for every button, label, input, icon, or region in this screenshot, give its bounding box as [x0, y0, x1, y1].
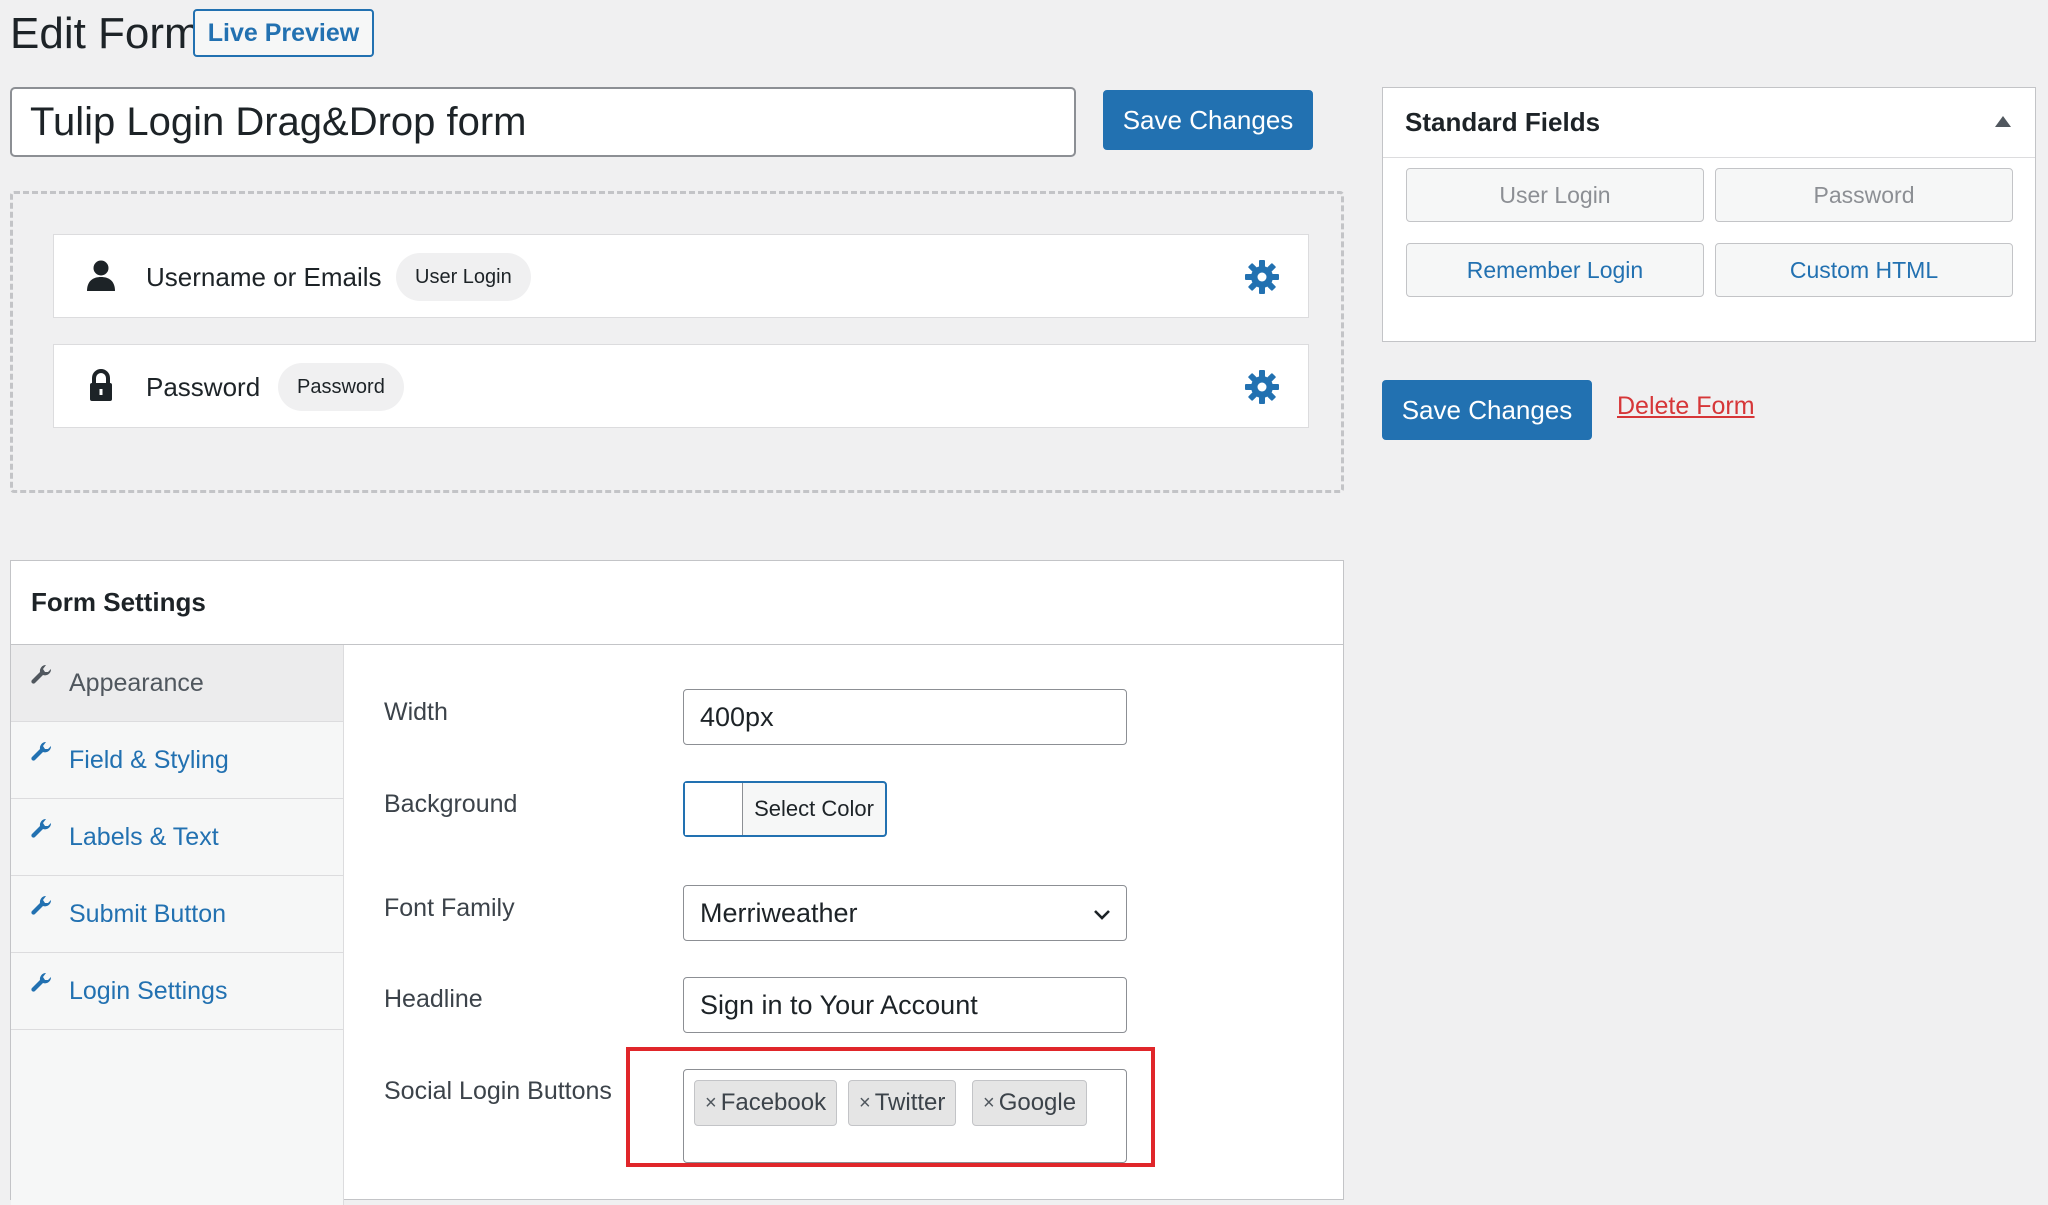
settings-tab-field-styling[interactable]: Field & Styling: [11, 722, 343, 799]
select-color-button[interactable]: Select Color: [743, 783, 885, 835]
user-icon: [87, 260, 115, 291]
wrench-icon: [31, 973, 52, 992]
tab-label: Appearance: [69, 668, 204, 697]
page-title: Edit Form: [10, 9, 201, 58]
wrench-icon: [31, 896, 52, 915]
settings-tab-submit-button[interactable]: Submit Button: [11, 876, 343, 953]
field-type-badge: User Login: [396, 253, 531, 301]
width-label: Width: [384, 698, 448, 726]
width-input[interactable]: 400px: [683, 689, 1127, 745]
chevron-down-icon: [1094, 910, 1110, 920]
tab-label: Field & Styling: [69, 745, 229, 774]
save-changes-button[interactable]: Save Changes: [1103, 90, 1313, 150]
settings-tab-appearance[interactable]: Appearance: [11, 645, 343, 722]
headline-label: Headline: [384, 985, 483, 1013]
wrench-icon: [31, 819, 52, 838]
font-family-select[interactable]: Merriweather: [683, 885, 1127, 941]
background-color-picker[interactable]: Select Color: [683, 781, 887, 837]
highlight-box: [626, 1047, 1155, 1167]
standard-fields-panel: Standard Fields User Login Password Reme…: [1382, 87, 2036, 342]
form-settings-title: Form Settings: [11, 561, 1343, 645]
color-swatch[interactable]: [685, 783, 743, 835]
add-user-login-button[interactable]: User Login: [1406, 168, 1704, 222]
gear-icon[interactable]: [1244, 369, 1280, 405]
collapse-arrow-icon[interactable]: [1995, 116, 2011, 127]
live-preview-button[interactable]: Live Preview: [193, 9, 374, 57]
field-label: Username or Emails: [146, 261, 382, 292]
settings-tab-labels-text[interactable]: Labels & Text: [11, 799, 343, 876]
sidebar-save-changes-button[interactable]: Save Changes: [1382, 380, 1592, 440]
field-type-badge: Password: [278, 363, 404, 411]
add-password-button[interactable]: Password: [1715, 168, 2013, 222]
form-field-user-login[interactable]: Username or Emails User Login: [53, 234, 1309, 318]
background-label: Background: [384, 790, 518, 818]
font-family-label: Font Family: [384, 894, 515, 922]
add-remember-login-button[interactable]: Remember Login: [1406, 243, 1704, 297]
wrench-icon: [31, 665, 52, 684]
font-family-value: Merriweather: [700, 897, 858, 928]
tab-label: Login Settings: [69, 976, 228, 1005]
settings-tab-login-settings[interactable]: Login Settings: [11, 953, 343, 1030]
add-custom-html-button[interactable]: Custom HTML: [1715, 243, 2013, 297]
social-login-label: Social Login Buttons: [384, 1077, 612, 1105]
settings-nav: Appearance Field & Styling Labels & Text…: [11, 645, 344, 1205]
form-dropzone[interactable]: Username or Emails User Login Password P…: [10, 191, 1344, 493]
gear-icon[interactable]: [1244, 259, 1280, 295]
lock-icon: [90, 369, 112, 401]
wrench-icon: [31, 742, 52, 761]
headline-input[interactable]: Sign in to Your Account: [683, 977, 1127, 1033]
tab-label: Labels & Text: [69, 822, 219, 851]
form-field-password[interactable]: Password Password: [53, 344, 1309, 428]
standard-fields-title: Standard Fields: [1383, 88, 2035, 158]
field-label: Password: [146, 371, 261, 402]
form-title-input[interactable]: Tulip Login Drag&Drop form: [10, 87, 1076, 157]
delete-form-link[interactable]: Delete Form: [1617, 392, 1755, 421]
tab-label: Submit Button: [69, 899, 227, 928]
